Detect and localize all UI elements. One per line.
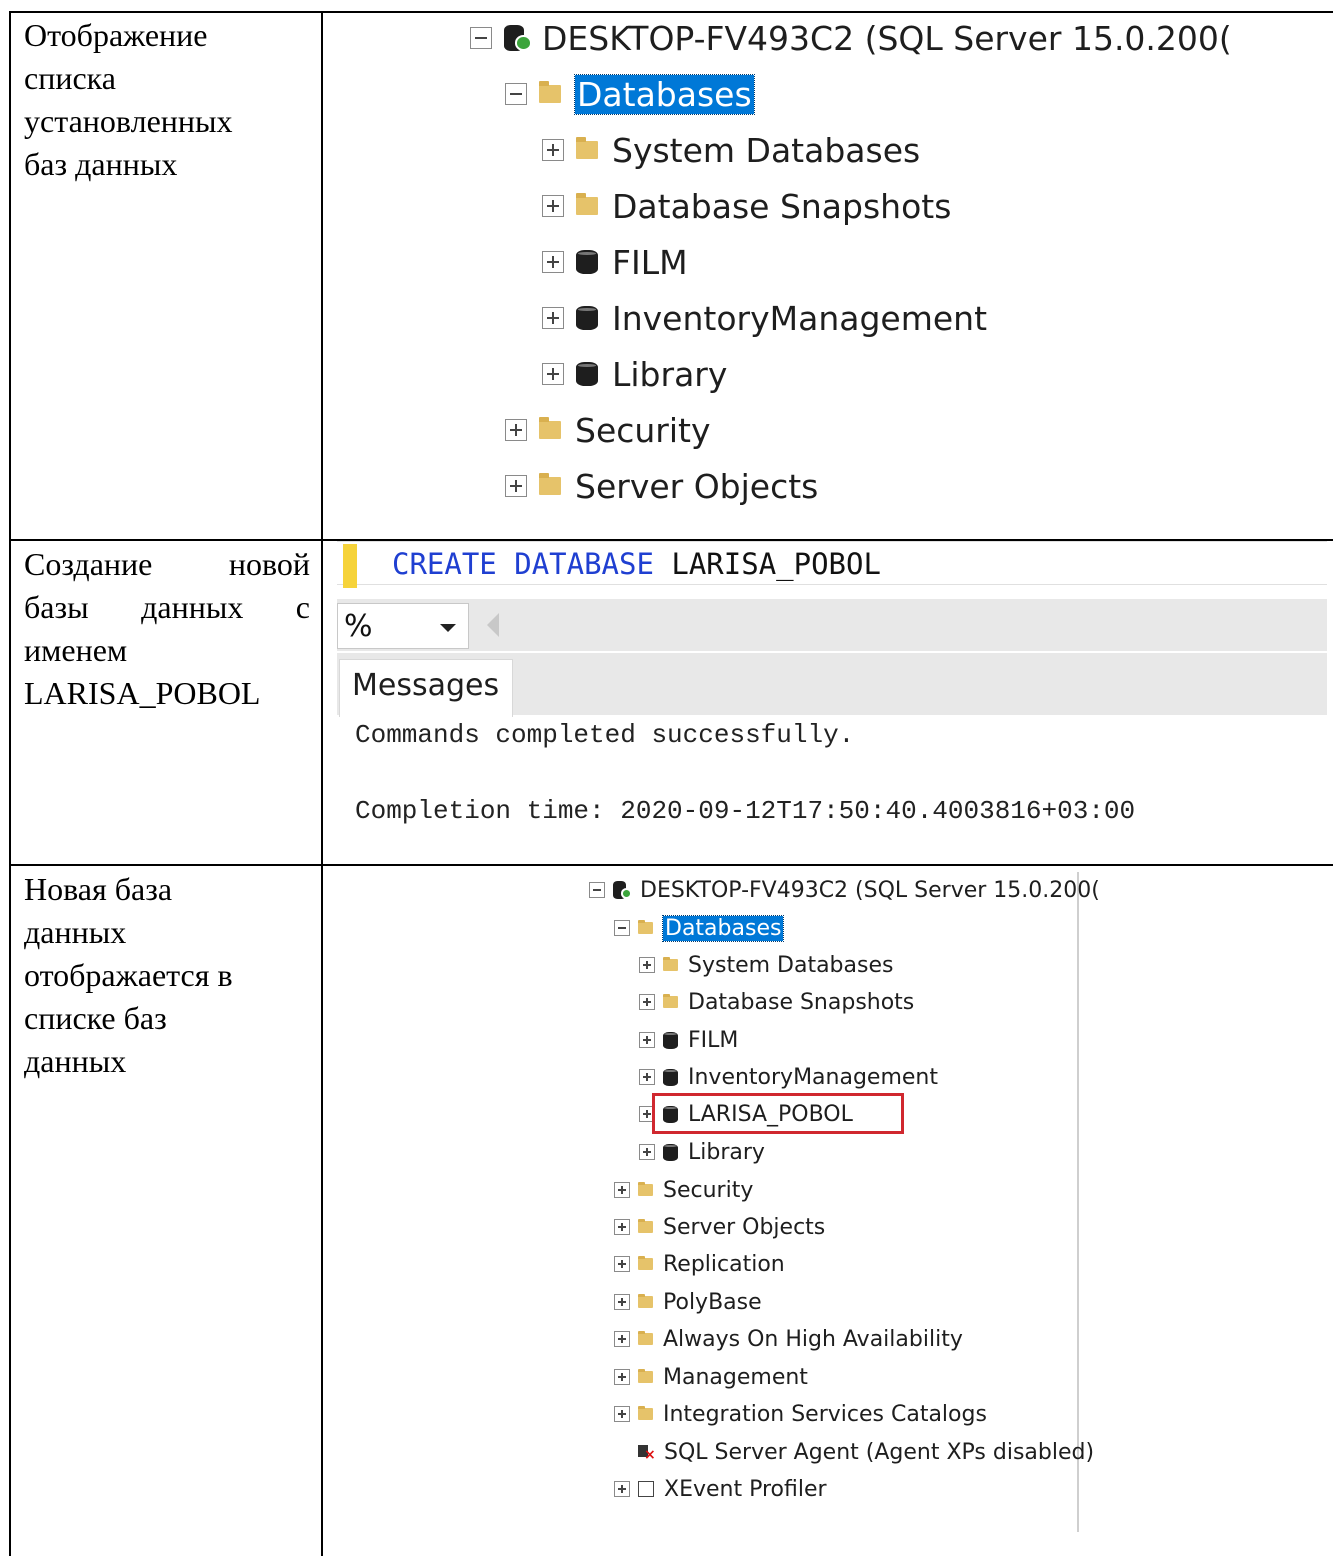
collapse-icon[interactable] [589,882,605,898]
tree-item-label: Management [663,1364,808,1390]
tree-item-label: Database Snapshots [688,989,915,1015]
tree-item-security[interactable]: Security [614,1174,753,1206]
folder-icon [638,1293,653,1308]
tree-item-sql-server-agent[interactable]: × SQL Server Agent (Agent XPs disabled) [638,1436,1094,1468]
database-icon [663,1143,678,1161]
tree-item-integration-services[interactable]: Integration Services Catalogs [614,1398,987,1430]
tree-item-library[interactable]: Library [639,1136,765,1168]
tree-item-system-databases[interactable]: System Databases [639,949,893,981]
tree-item-management[interactable]: Management [614,1361,808,1393]
object-explorer-tree-2: DESKTOP-FV493C2 (SQL Server 15.0.200( Da… [0,0,1333,1556]
expand-icon[interactable] [639,1069,655,1085]
database-icon [663,1031,678,1049]
server-icon [613,881,632,899]
expand-icon[interactable] [614,1256,630,1272]
tree-item-label: Server Objects [663,1214,826,1240]
tree-item-label: Security [663,1177,754,1203]
tree-item-label: Library [688,1139,765,1165]
expand-icon[interactable] [614,1182,630,1198]
tree-item-inventorymanagement[interactable]: InventoryManagement [639,1061,938,1093]
tree-item-database-snapshots[interactable]: Database Snapshots [639,986,914,1018]
tree-item-label: XEvent Profiler [664,1476,827,1502]
xevent-profiler-icon [638,1481,654,1497]
tree-item-replication[interactable]: Replication [614,1248,785,1280]
agent-disabled-icon: × [638,1443,656,1462]
folder-icon [638,1255,653,1270]
collapse-icon[interactable] [614,920,630,936]
tree-item-server-objects[interactable]: Server Objects [614,1211,825,1243]
tree-item-label: Integration Services Catalogs [663,1401,987,1427]
tree-item-label: FILM [688,1027,739,1053]
expand-icon[interactable] [639,957,655,973]
folder-icon [638,1181,653,1196]
folder-icon [638,919,653,934]
database-icon [663,1068,678,1086]
expand-icon[interactable] [614,1481,630,1497]
tree-item-label: SQL Server Agent (Agent XPs disabled) [664,1439,1095,1465]
tree-item-label: PolyBase [663,1289,762,1315]
expand-icon[interactable] [614,1406,630,1422]
folder-icon [638,1330,653,1345]
server-node[interactable]: DESKTOP-FV493C2 (SQL Server 15.0.200( [589,874,1100,906]
expand-icon[interactable] [614,1219,630,1235]
server-label: DESKTOP-FV493C2 (SQL Server 15.0.200( [640,877,1100,903]
tree-item-label: System Databases [688,952,894,978]
expand-icon[interactable] [639,1144,655,1160]
tree-item-label: Replication [663,1251,785,1277]
tree-item-label: InventoryManagement [688,1064,939,1090]
new-database-highlight [652,1093,904,1134]
expand-icon[interactable] [614,1331,630,1347]
folder-icon [663,993,678,1008]
folder-icon [638,1368,653,1383]
folder-icon [663,956,678,971]
expand-icon[interactable] [614,1294,630,1310]
tree-item-polybase[interactable]: PolyBase [614,1286,762,1318]
tree-item-film[interactable]: FILM [639,1024,738,1056]
tree-item-label: Always On High Availability [663,1326,963,1352]
tree-item-xevent-profiler[interactable]: XEvent Profiler [614,1473,827,1505]
expand-icon[interactable] [639,1032,655,1048]
databases-label: Databases [661,914,785,942]
folder-icon [638,1405,653,1420]
expand-icon[interactable] [614,1369,630,1385]
folder-icon [638,1218,653,1233]
tree-item-always-on[interactable]: Always On High Availability [614,1323,963,1355]
databases-node[interactable]: Databases [614,912,785,944]
expand-icon[interactable] [639,994,655,1010]
